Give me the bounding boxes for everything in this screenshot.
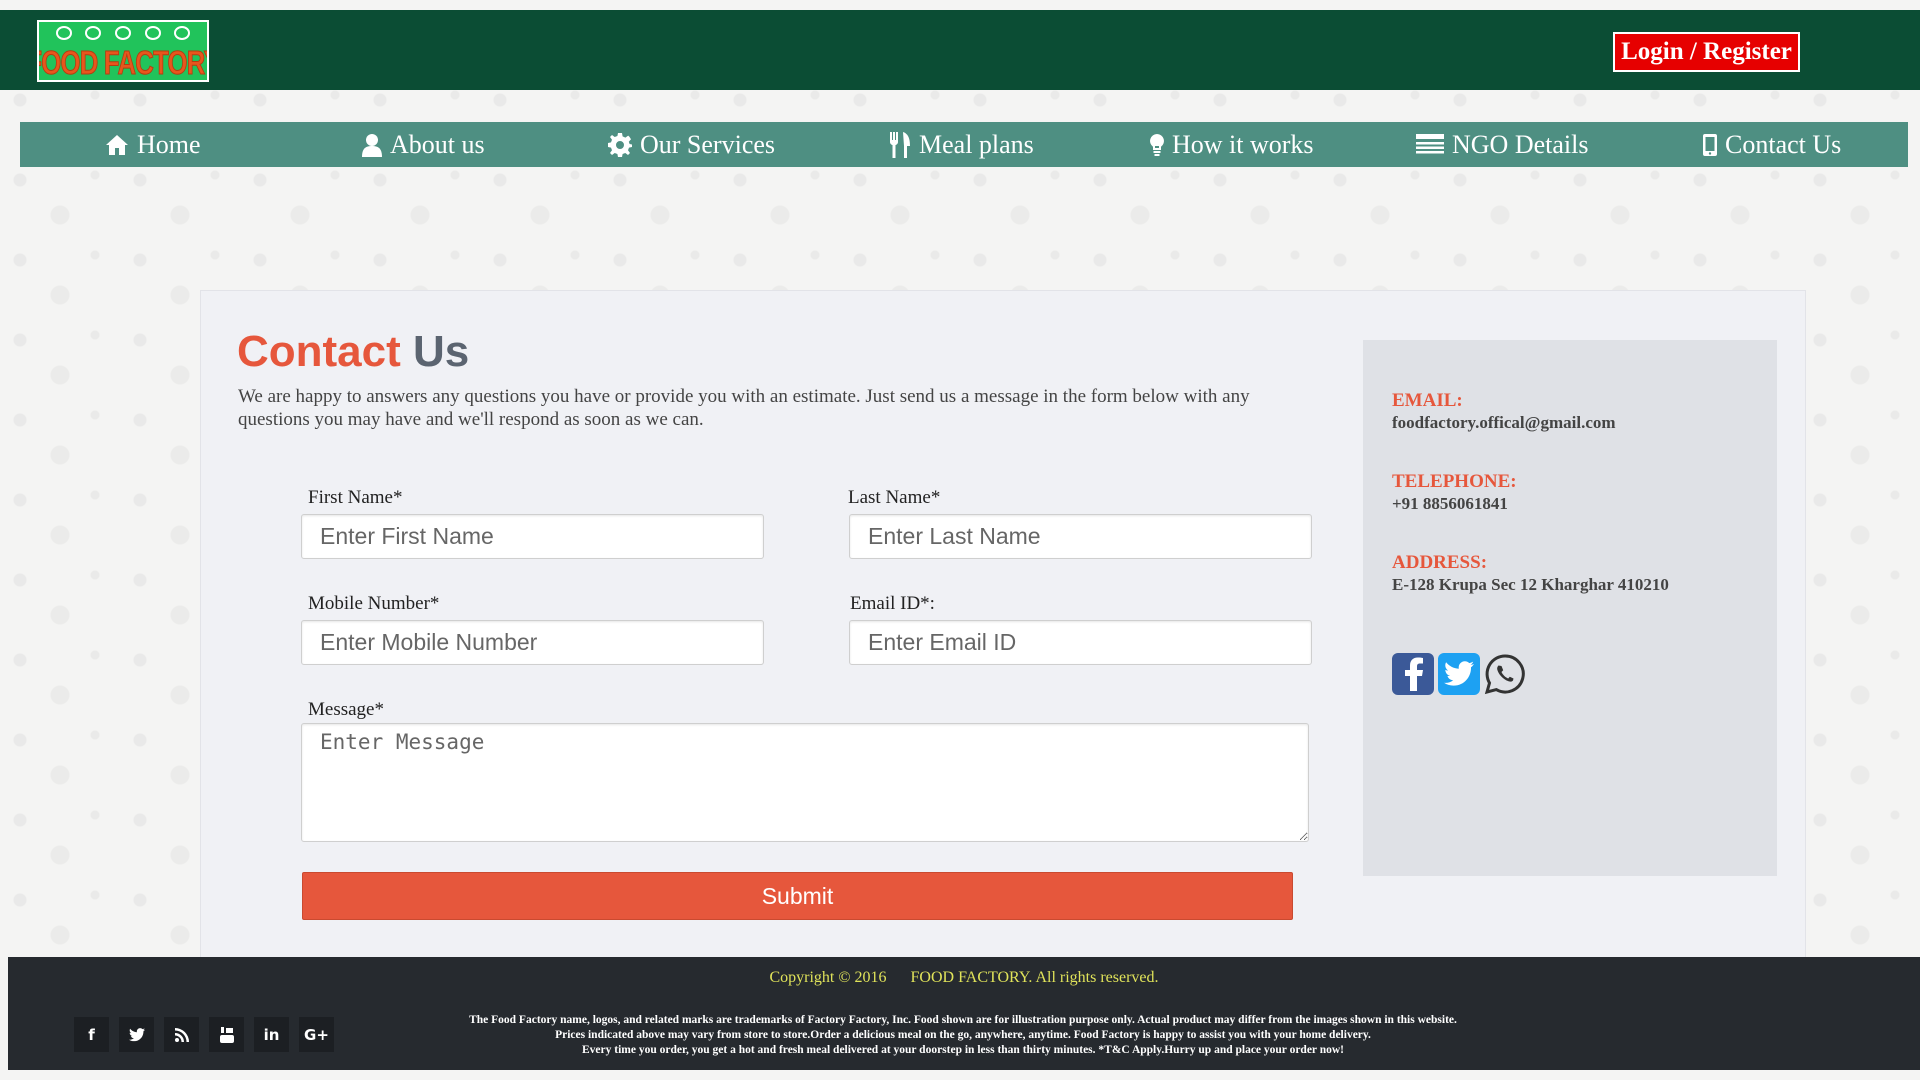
facebook-icon[interactable] (1392, 653, 1434, 695)
nav-item-label: Home (137, 129, 201, 159)
first-name-label: First Name* (308, 487, 403, 508)
home-icon (106, 134, 128, 155)
linkedin-icon[interactable]: in (254, 1017, 289, 1052)
nav-item-services[interactable]: Our Services (608, 122, 775, 167)
login-register-button[interactable]: Login / Register (1613, 32, 1800, 72)
message-label: Message* (308, 699, 384, 720)
logo-food-art (49, 26, 197, 46)
list-icon (1416, 133, 1444, 153)
copyright-year: Copyright © 2016 (769, 969, 887, 986)
last-name-label: Last Name* (848, 487, 941, 508)
social-links (1392, 653, 1526, 695)
nav-item-label: Meal plans (919, 129, 1034, 159)
submit-button[interactable]: Submit (302, 872, 1293, 920)
page-title-part2: Us (413, 327, 470, 376)
food-factory-logo[interactable]: FOOD FACTORY (37, 20, 209, 82)
nav-item-label: NGO Details (1452, 129, 1589, 159)
twitter-icon[interactable] (1438, 653, 1480, 695)
gear-icon (608, 132, 632, 157)
contact-info-box: EMAIL: foodfactory.offical@gmail.com TEL… (1363, 340, 1777, 876)
last-name-input[interactable] (849, 514, 1312, 559)
nav-item-label: About us (390, 129, 485, 159)
email-input[interactable] (849, 620, 1312, 665)
twitter-icon[interactable] (119, 1017, 154, 1052)
telephone-value: +91 8856061841 (1392, 494, 1508, 513)
nav-item-how-it-works[interactable]: How it works (1150, 122, 1314, 167)
nav-item-label: How it works (1172, 129, 1314, 159)
email-heading: EMAIL: (1392, 390, 1463, 411)
google-plus-icon[interactable]: G+ (299, 1017, 334, 1052)
nav-item-contact[interactable]: Contact Us (1703, 122, 1841, 167)
disclaimer-line-3: Every time you order, you get a hot and … (581, 1044, 1344, 1056)
mobile-number-label: Mobile Number* (308, 593, 440, 614)
disclaimer-line-2: Prices indicated above may vary from sto… (555, 1029, 1371, 1041)
youtube-icon[interactable] (209, 1017, 244, 1052)
disclaimer-line-1: The Food Factory name, logos, and relate… (469, 1014, 1457, 1026)
copyright-text: Copyright © 2016 FOOD FACTORY. All right… (8, 969, 1920, 987)
address-heading: ADDRESS: (1392, 552, 1488, 573)
nav-item-about[interactable]: About us (362, 122, 485, 167)
mobile-icon (1703, 133, 1717, 156)
facebook-icon[interactable]: f (74, 1017, 109, 1052)
cutlery-icon (890, 131, 910, 158)
first-name-input[interactable] (301, 514, 764, 559)
nav-item-label: Our Services (640, 129, 776, 159)
header-bar: FOOD FACTORY Login / Register (0, 10, 1920, 90)
facebook-glyph: f (88, 1025, 95, 1044)
whatsapp-icon[interactable] (1484, 653, 1526, 695)
nav-item-home[interactable]: Home (105, 122, 201, 167)
intro-text: We are happy to answers any questions yo… (238, 386, 1250, 430)
nav-item-ngo-details[interactable]: NGO Details (1416, 122, 1588, 167)
footer-social-links: f in G+ (74, 1017, 334, 1052)
message-textarea[interactable] (301, 723, 1309, 842)
page-title-part1: Contact (237, 327, 401, 376)
linkedin-glyph: in (263, 1025, 280, 1044)
footer-disclaimer: The Food Factory name, logos, and relate… (388, 1013, 1538, 1058)
address-value: E-128 Krupa Sec 12 Kharghar 410210 (1392, 575, 1669, 594)
lightbulb-icon (1150, 133, 1164, 156)
email-label: Email ID*: (850, 593, 935, 614)
mobile-number-input[interactable] (301, 620, 764, 665)
user-icon (362, 133, 382, 157)
copyright-company: FOOD FACTORY. All rights reserved. (910, 969, 1159, 986)
footer: Copyright © 2016 FOOD FACTORY. All right… (8, 957, 1920, 1070)
logo-text: FOOD FACTORY (39, 44, 209, 81)
nav-item-label: Contact Us (1725, 129, 1842, 159)
nav-item-meal-plans[interactable]: Meal plans (889, 122, 1034, 167)
main-nav: Home About us Our Services Meal plans Ho… (20, 122, 1908, 167)
google-plus-glyph: G+ (304, 1025, 329, 1044)
email-value: foodfactory.offical@gmail.com (1392, 413, 1616, 432)
telephone-heading: TELEPHONE: (1392, 471, 1517, 492)
page-title: Contact Us (237, 327, 469, 377)
contact-panel: Contact Us We are happy to answers any q… (200, 290, 1806, 958)
rss-icon[interactable] (164, 1017, 199, 1052)
